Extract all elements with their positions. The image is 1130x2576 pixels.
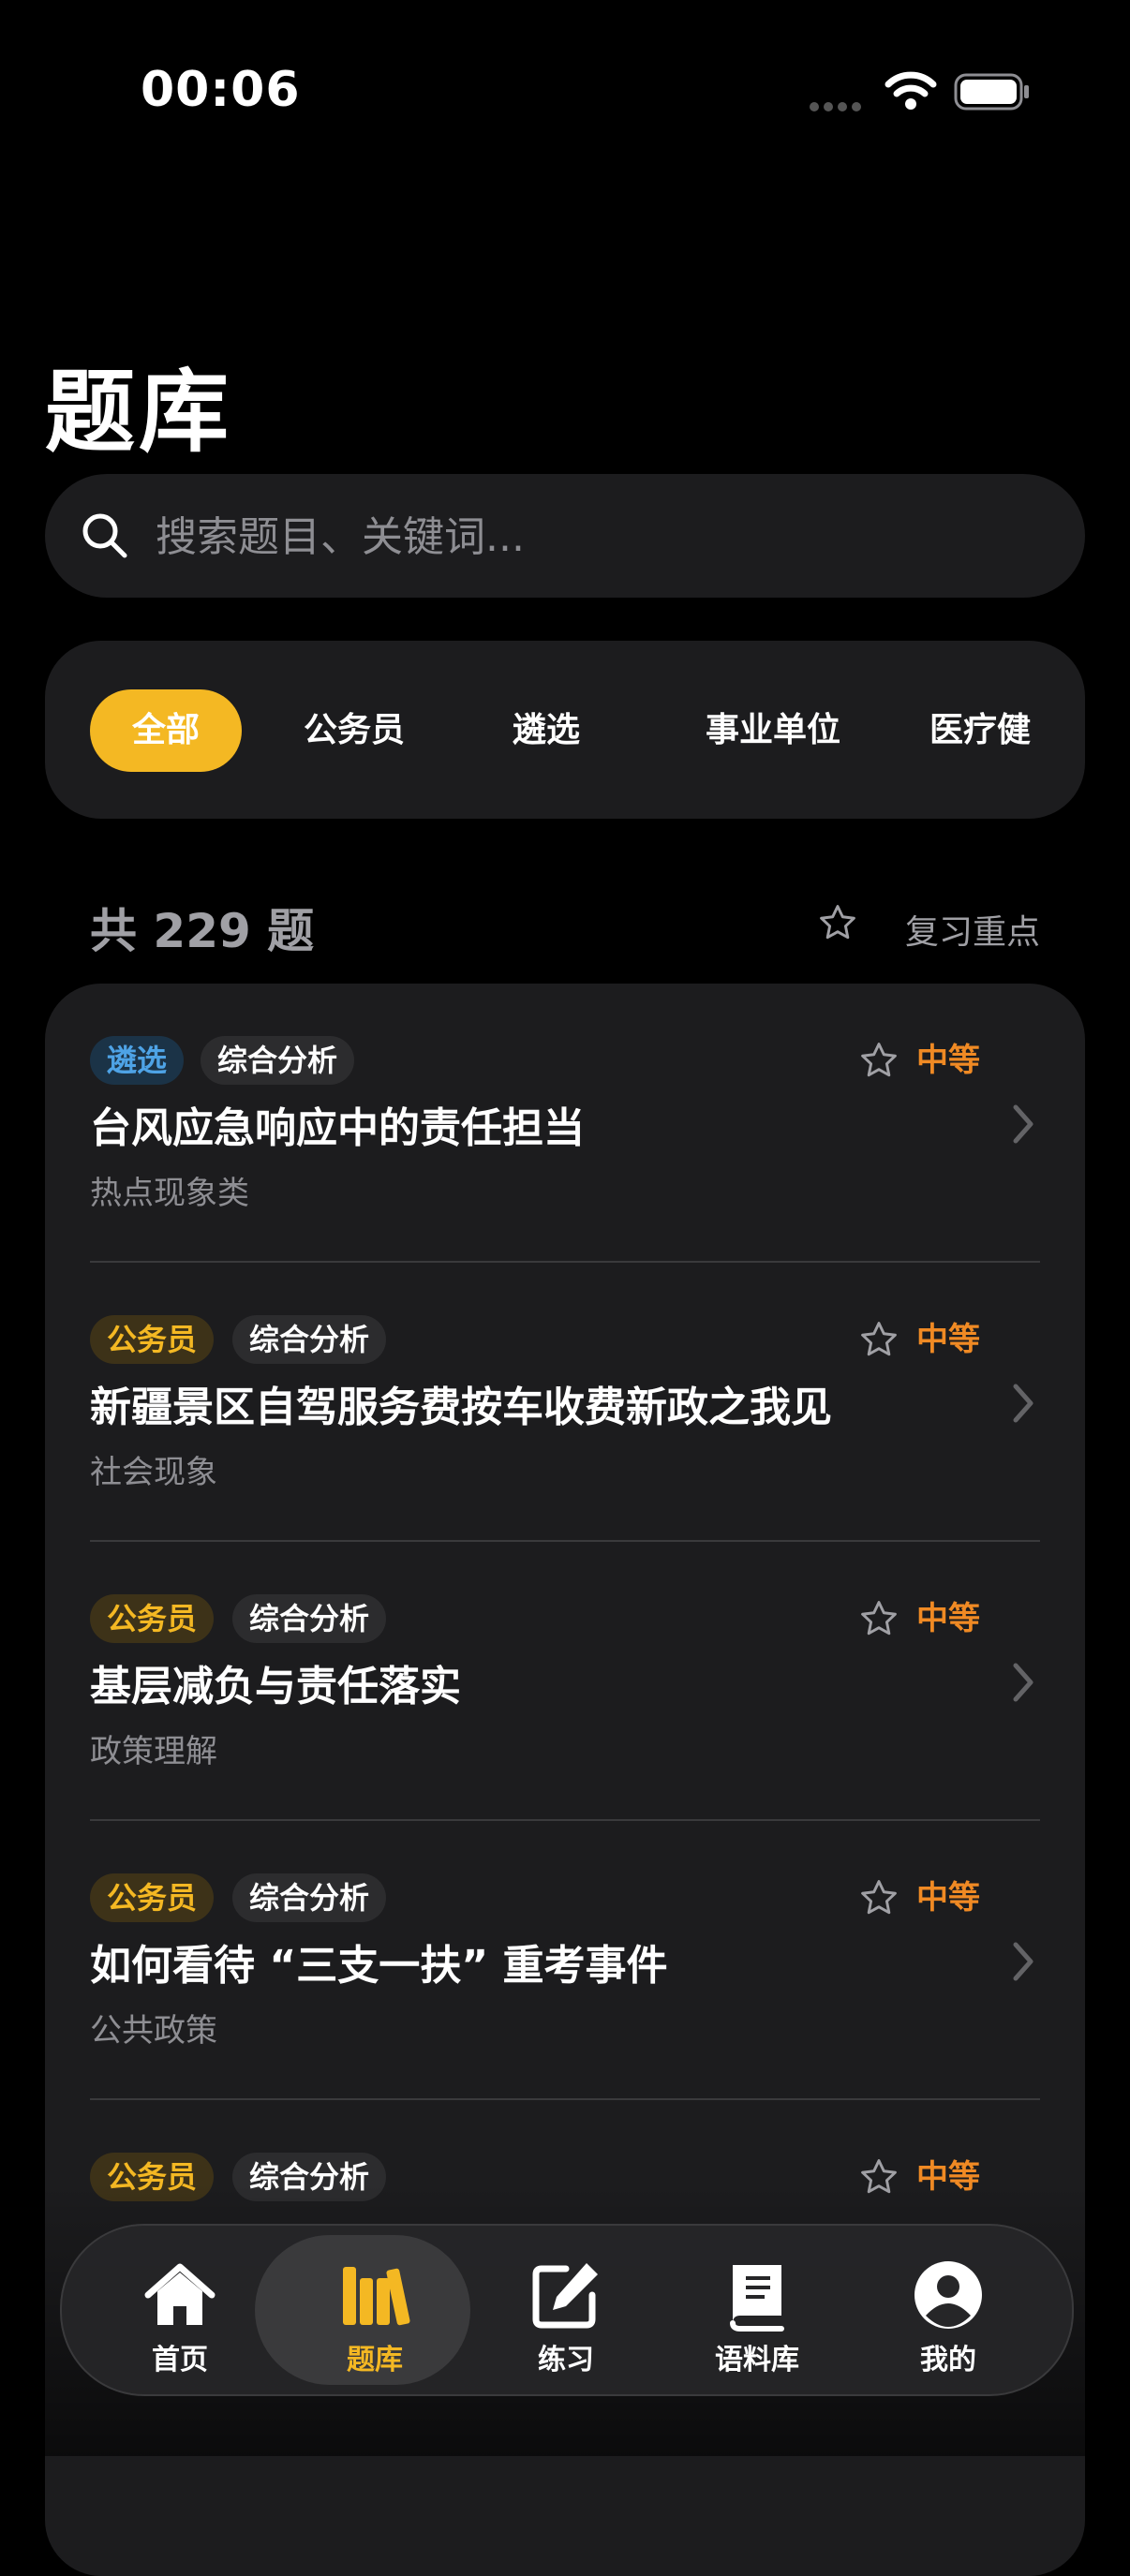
filter-tab-selection[interactable]: 遴选: [485, 689, 607, 772]
battery-icon: [954, 73, 1029, 111]
search-icon: [82, 513, 127, 558]
star-outline-icon[interactable]: [858, 1598, 900, 1639]
home-icon: [144, 2263, 216, 2325]
list-item[interactable]: 公务员 综合分析 中等 基层减负与责任落实 政策理解: [45, 1542, 1085, 1821]
type-badge: 综合分析: [232, 1594, 387, 1643]
tab-profile[interactable]: 我的: [855, 2226, 1042, 2394]
book-icon: [730, 2265, 784, 2332]
question-title: 新疆景区自驾服务费按车收费新政之我见: [90, 1384, 832, 1431]
question-title: 如何看待 “三支一扶” 重考事件: [90, 1942, 668, 1990]
tab-label: 首页: [152, 2344, 208, 2376]
tab-label: 我的: [920, 2344, 976, 2376]
type-badge: 综合分析: [201, 1036, 355, 1085]
difficulty-label: 中等: [916, 1600, 980, 1637]
question-subtitle: 公共政策: [90, 2012, 217, 2050]
list-item[interactable]: 公务员 综合分析 中等 如何看待 “三支一扶” 重考事件 公共政策: [45, 1821, 1085, 2100]
category-filter-bar: 全部 公务员 遴选 事业单位 医疗健: [45, 641, 1085, 819]
category-badge: 遴选: [90, 1036, 185, 1085]
books-icon: [343, 2267, 410, 2326]
status-time: 00:06: [141, 62, 301, 118]
tab-practice[interactable]: 练习: [472, 2226, 660, 2394]
chevron-right-icon: [1013, 1104, 1033, 1144]
category-badge: 公务员: [90, 1873, 215, 1922]
chevron-right-icon: [1013, 1663, 1033, 1702]
star-outline-icon[interactable]: [817, 902, 858, 943]
chevron-right-icon: [1013, 1384, 1033, 1423]
chevron-right-icon: [1013, 1942, 1033, 1981]
wifi-icon: [885, 71, 937, 110]
list-item[interactable]: 公务员 综合分析 中等 新疆景区自驾服务费按车收费新政之我见 社会现象: [45, 1263, 1085, 1542]
question-title: 基层减负与责任落实: [90, 1663, 461, 1710]
type-badge: 综合分析: [232, 1873, 387, 1922]
star-outline-icon[interactable]: [858, 1319, 900, 1360]
question-title: 台风应急响应中的责任担当: [90, 1104, 585, 1152]
page-title: 题库: [45, 360, 232, 465]
tab-question-bank[interactable]: 题库: [255, 2226, 470, 2394]
edit-icon: [532, 2263, 598, 2329]
type-badge: 综合分析: [232, 1315, 387, 1364]
filter-tab-public-institution[interactable]: 事业单位: [675, 689, 871, 772]
bottom-tab-bar: 首页 题库 练习 语料库 我的: [60, 2224, 1074, 2396]
question-count: 共 229 题: [90, 904, 315, 958]
cellular-signal-icon: [810, 97, 868, 111]
review-key-points-button[interactable]: 复习重点: [905, 905, 1040, 954]
question-subtitle: 政策理解: [90, 1733, 217, 1770]
search-bar[interactable]: [45, 474, 1085, 598]
filter-tab-all[interactable]: 全部: [90, 689, 242, 772]
question-subtitle: 社会现象: [90, 1454, 217, 1491]
person-icon: [914, 2261, 982, 2329]
question-subtitle: 热点现象类: [90, 1175, 249, 1212]
difficulty-label: 中等: [916, 1879, 980, 1917]
category-badge: 公务员: [90, 1594, 215, 1643]
star-outline-icon[interactable]: [858, 1040, 900, 1081]
search-input[interactable]: [154, 502, 1038, 571]
tab-label: 题库: [347, 2344, 403, 2376]
tab-label: 语料库: [715, 2344, 799, 2376]
filter-tab-medical[interactable]: 医疗健: [929, 689, 1085, 772]
difficulty-label: 中等: [916, 1321, 980, 1358]
difficulty-label: 中等: [916, 1042, 980, 1079]
star-outline-icon[interactable]: [858, 1877, 900, 1918]
tab-corpus[interactable]: 语料库: [663, 2226, 851, 2394]
tab-label: 练习: [538, 2344, 594, 2376]
list-item[interactable]: 遴选 综合分析 中等 台风应急响应中的责任担当 热点现象类: [45, 984, 1085, 1263]
tab-home[interactable]: 首页: [86, 2226, 274, 2394]
filter-tab-civil-servant[interactable]: 公务员: [277, 689, 431, 772]
category-badge: 公务员: [90, 1315, 215, 1364]
